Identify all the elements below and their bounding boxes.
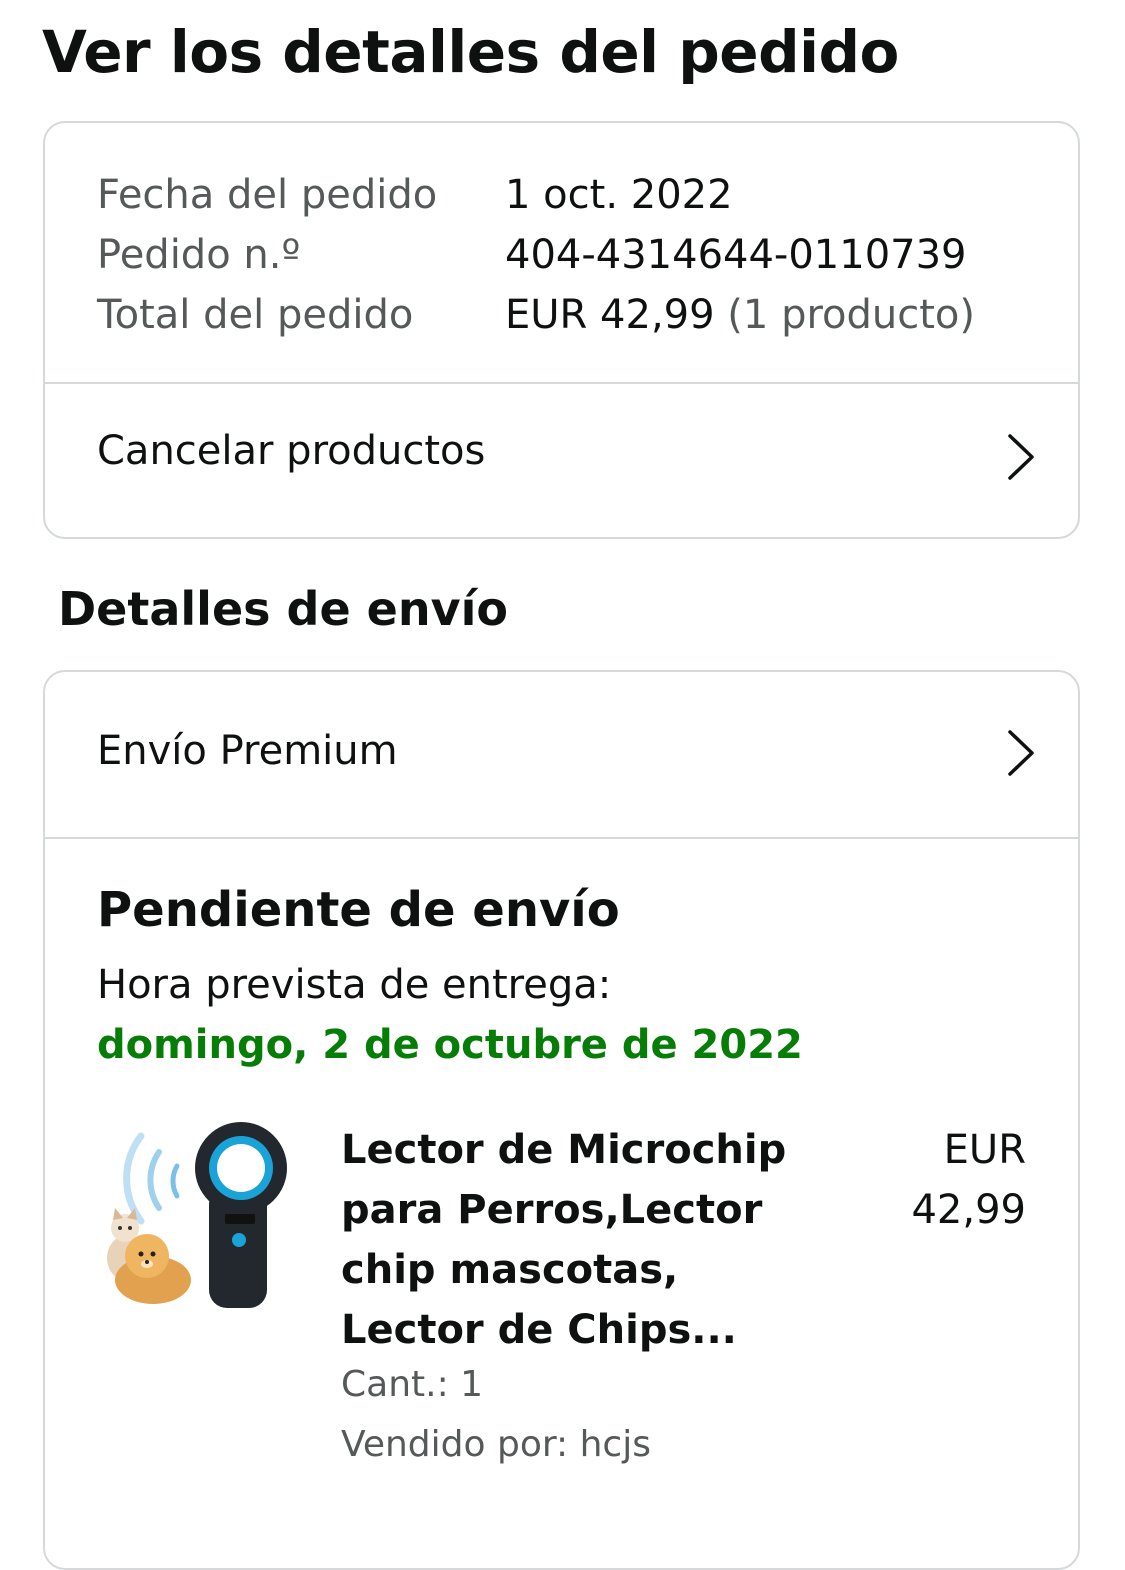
shipping-method-button[interactable]: Envío Premium: [45, 672, 1078, 822]
chevron-right-icon: [1008, 434, 1034, 480]
shipping-method-label: Envío Premium: [97, 728, 398, 774]
cancel-products-label: Cancelar productos: [97, 428, 486, 474]
product-title-link[interactable]: Lector de Microchip para Perros,Lector c…: [341, 1120, 791, 1360]
shipping-section-title: Detalles de envío: [58, 582, 508, 636]
product-quantity: Cant.: 1: [341, 1364, 484, 1405]
order-total-value: EUR 42,99 (1 producto): [505, 285, 975, 345]
order-date-value: 1 oct. 2022: [505, 172, 733, 218]
chevron-right-icon: [1008, 730, 1034, 776]
product-price-currency: EUR: [943, 1127, 1026, 1173]
shipment-status: Pendiente de envío: [97, 882, 620, 938]
order-total-label: Total del pedido: [97, 292, 414, 338]
product-seller: Vendido por: hcjs: [341, 1424, 651, 1465]
order-number-label: Pedido n.º: [97, 232, 301, 278]
order-number-value: 404-4314644-0110739: [505, 232, 967, 278]
delivery-estimate-date: domingo, 2 de octubre de 2022: [97, 1022, 803, 1068]
order-summary-card: Fecha del pedido 1 oct. 2022 Pedido n.º …: [43, 121, 1080, 539]
cancel-products-button[interactable]: Cancelar productos: [45, 384, 1078, 534]
order-total-amount: EUR 42,99: [505, 292, 715, 338]
product-image[interactable]: [101, 1116, 291, 1316]
shipping-divider: [45, 837, 1078, 839]
shipping-details-card: Envío Premium Pendiente de envío Hora pr…: [43, 670, 1080, 1570]
order-date-label: Fecha del pedido: [97, 172, 438, 218]
page-title: Ver los detalles del pedido: [42, 18, 899, 86]
product-price: EUR 42,99: [866, 1120, 1026, 1240]
delivery-estimate-label: Hora prevista de entrega:: [97, 962, 612, 1008]
product-price-amount: 42,99: [911, 1187, 1026, 1233]
order-total-items: (1 producto): [727, 292, 975, 338]
